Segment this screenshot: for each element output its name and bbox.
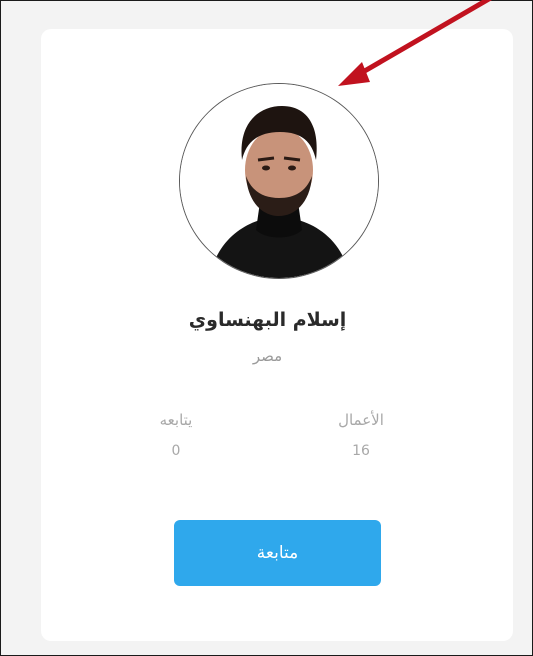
avatar-image <box>180 84 378 278</box>
profile-country: مصر <box>252 347 283 365</box>
follow-button[interactable]: متابعة <box>174 520 381 586</box>
stat-works: الأعمال 16 <box>306 411 416 459</box>
profile-avatar[interactable] <box>179 83 379 279</box>
stat-followers: يتابعه 0 <box>121 411 231 459</box>
stat-followers-label: يتابعه <box>159 411 193 429</box>
stat-followers-value: 0 <box>171 443 181 459</box>
profile-name: إسلام البهنساوي <box>188 309 347 331</box>
stat-works-value: 16 <box>352 443 370 459</box>
stat-works-label: الأعمال <box>338 411 384 429</box>
screenshot-frame: إسلام البهنساوي مصر الأعمال 16 يتابعه 0 … <box>0 0 533 656</box>
